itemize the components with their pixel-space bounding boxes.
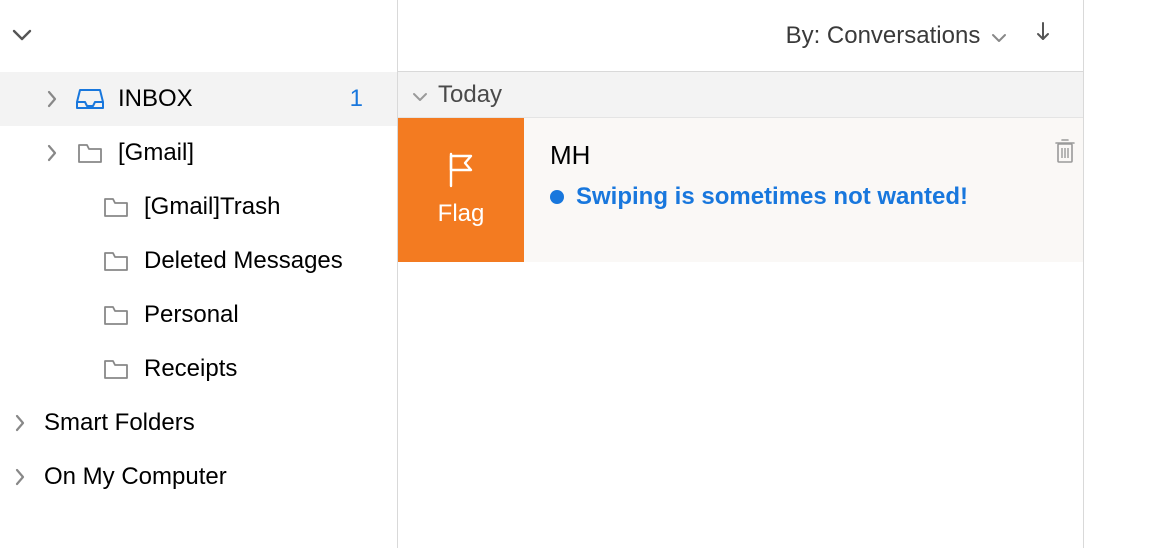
group-label: On My Computer xyxy=(44,463,397,491)
chevron-right-icon xyxy=(10,468,30,486)
sort-direction-button[interactable] xyxy=(1035,21,1051,50)
folder-inbox[interactable]: INBOX 1 xyxy=(0,72,397,126)
swipe-flag-action[interactable]: Flag xyxy=(398,118,524,262)
folder-icon xyxy=(102,196,130,218)
message-row[interactable]: Flag MH Swiping is sometimes not wanted! xyxy=(398,118,1083,262)
folder-icon xyxy=(102,304,130,326)
chevron-down-icon xyxy=(991,22,1007,49)
preview-pane xyxy=(1084,0,1152,548)
sort-by-prefix: By: xyxy=(786,22,827,49)
folder-label: [Gmail] xyxy=(118,139,397,167)
unread-dot-icon xyxy=(550,190,564,204)
message-group-header[interactable]: Today xyxy=(398,72,1083,118)
chevron-right-icon xyxy=(42,90,62,108)
swipe-flag-label: Flag xyxy=(438,200,485,228)
folder-personal[interactable]: Personal xyxy=(0,288,397,342)
message-sender: MH xyxy=(550,140,1071,171)
sort-by-control[interactable]: By: Conversations xyxy=(786,22,1007,50)
group-label: Smart Folders xyxy=(44,409,397,437)
message-list-header: By: Conversations xyxy=(398,0,1083,72)
flag-icon xyxy=(445,152,477,188)
folder-icon xyxy=(76,142,104,164)
message-subject: Swiping is sometimes not wanted! xyxy=(576,183,968,211)
folder-icon xyxy=(102,358,130,380)
trash-icon[interactable] xyxy=(1055,138,1075,169)
folder-unread-count: 1 xyxy=(350,85,397,113)
group-smart-folders[interactable]: Smart Folders xyxy=(0,396,397,450)
folder-deleted-messages[interactable]: Deleted Messages xyxy=(0,234,397,288)
folder-label: [Gmail]Trash xyxy=(144,193,397,221)
message-body[interactable]: MH Swiping is sometimes not wanted! xyxy=(524,118,1083,262)
folder-gmail[interactable]: [Gmail] xyxy=(0,126,397,180)
inbox-icon xyxy=(76,87,104,111)
sort-by-value: Conversations xyxy=(827,22,980,49)
folder-icon xyxy=(102,250,130,272)
sidebar-account-toggle[interactable] xyxy=(0,0,397,72)
chevron-down-icon xyxy=(412,81,428,109)
folder-gmail-trash[interactable]: [Gmail]Trash xyxy=(0,180,397,234)
message-group-label: Today xyxy=(438,81,502,109)
chevron-right-icon xyxy=(10,414,30,432)
message-list-pane: By: Conversations Today Flag xyxy=(398,0,1084,548)
chevron-down-icon xyxy=(12,29,32,43)
folder-label: Personal xyxy=(144,301,397,329)
folder-receipts[interactable]: Receipts xyxy=(0,342,397,396)
folder-label: INBOX xyxy=(118,85,336,113)
folder-label: Deleted Messages xyxy=(144,247,397,275)
sidebar: INBOX 1 [Gmail] [Gmail]Trash xyxy=(0,0,398,548)
group-on-my-computer[interactable]: On My Computer xyxy=(0,450,397,504)
chevron-right-icon xyxy=(42,144,62,162)
folder-label: Receipts xyxy=(144,355,397,383)
